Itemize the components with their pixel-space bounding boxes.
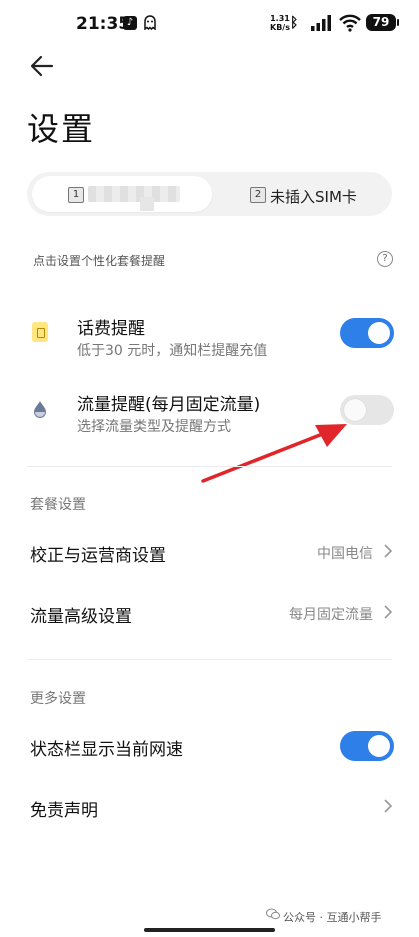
tiktok-icon: ♪ (123, 16, 137, 30)
ghost-icon (144, 15, 156, 30)
chevron-right-icon (384, 799, 393, 813)
watermark-text: 公众号 · 互通小帮手 (283, 911, 382, 924)
toggle-knob (368, 735, 390, 757)
carrier-settings-item[interactable]: 校正与运营商设置 (30, 541, 166, 566)
net-speed-unit: KB/s (270, 23, 290, 32)
advanced-data-value: 每月固定流量 (289, 607, 373, 623)
annotation-arrow-icon (201, 424, 347, 483)
divider (27, 659, 392, 660)
sim-1-number-redacted (88, 186, 180, 202)
wifi-icon (339, 14, 361, 32)
chevron-right-icon (384, 605, 393, 619)
phone-fee-title[interactable]: 话费提醒 (77, 314, 145, 339)
signal-icon (311, 15, 331, 31)
toggle-knob (368, 322, 390, 344)
settings-hint: 点击设置个性化套餐提醒 (33, 254, 166, 268)
sim-1-badge: 1 (68, 187, 84, 203)
phone-fee-subtitle: 低于30 元时，通知栏提醒充值 (77, 343, 268, 359)
phone-fee-icon (32, 322, 48, 342)
status-time: 21:35 (76, 14, 131, 34)
section-title-more: 更多设置 (30, 691, 86, 707)
show-speed-toggle[interactable] (340, 731, 394, 761)
carrier-value: 中国电信 (317, 546, 373, 562)
bluetooth-icon: ᛒ (290, 15, 299, 31)
data-usage-title[interactable]: 流量提醒(每月固定流量) (77, 390, 260, 415)
wechat-icon (266, 908, 280, 920)
disclaimer-item[interactable]: 免责声明 (30, 796, 98, 821)
sim-1-number-redacted-tail (140, 197, 154, 211)
phone-fee-toggle[interactable] (340, 318, 394, 348)
tab-sim-2[interactable]: 未插入SIM卡 (270, 186, 357, 207)
help-icon[interactable]: ? (377, 251, 393, 267)
net-speed-value: 1.31 (270, 14, 290, 23)
show-speed-item[interactable]: 状态栏显示当前网速 (30, 735, 183, 760)
chevron-right-icon (384, 544, 393, 558)
page-title: 设置 (27, 110, 96, 148)
battery-indicator: 79 (366, 14, 399, 31)
advanced-data-settings-item[interactable]: 流量高级设置 (30, 602, 132, 627)
home-indicator[interactable] (144, 928, 275, 932)
water-drop-icon (34, 401, 46, 418)
sim-2-badge[interactable]: 2 (250, 187, 266, 203)
arrow-left-icon[interactable] (28, 52, 56, 80)
network-speed: 1.31 KB/s (270, 14, 290, 32)
divider (27, 466, 392, 467)
section-title-plan: 套餐设置 (30, 497, 86, 513)
